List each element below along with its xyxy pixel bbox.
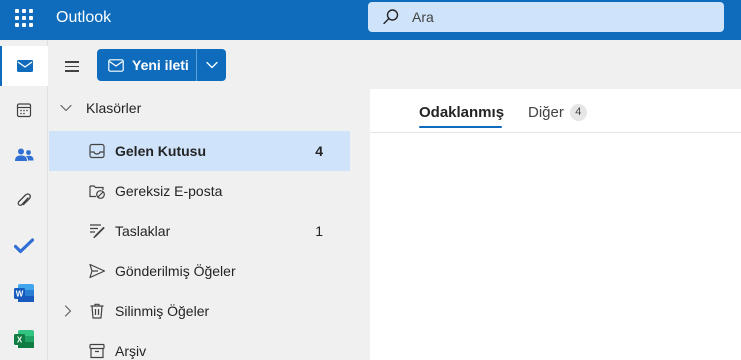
unread-count: 1 [315,223,323,239]
message-list-tabs: Odaklanmış Diğer 4 [370,89,741,133]
rail-people-button[interactable] [0,135,48,175]
word-icon: W [14,284,34,302]
new-message-label: Yeni ileti [132,57,189,73]
rail-word-button[interactable]: W [0,273,48,313]
new-message-dropdown-button[interactable] [197,49,226,81]
app-launcher-icon[interactable] [15,9,33,27]
mail-icon [108,58,124,72]
folder-label: Gelen Kutusu [115,143,207,159]
folder-inbox[interactable]: Gelen Kutusu 4 [49,131,350,171]
new-message-split-button: Yeni ileti [97,49,226,81]
junk-icon [89,185,105,199]
app-rail: W X [0,40,48,360]
tab-focused[interactable]: Odaklanmış [419,104,504,121]
folder-junk[interactable]: Gereksiz E-posta [49,171,350,211]
search-placeholder: Ara [412,9,434,25]
svg-text:X: X [17,336,23,345]
checkmark-icon [14,238,34,254]
folder-deleted[interactable]: Silinmiş Öğeler [49,291,350,331]
app-title[interactable]: Outlook [56,9,111,27]
top-bar: Outlook Ara [0,0,741,40]
chevron-right-icon[interactable] [64,305,72,317]
tab-other-label: Diğer [528,104,564,121]
svg-text:W: W [16,290,24,299]
inbox-icon [89,143,105,159]
new-message-button[interactable]: Yeni ileti [97,49,196,81]
count-badge: 4 [569,104,587,121]
rail-calendar-button[interactable] [0,90,48,130]
tab-other[interactable]: Diğer 4 [528,104,587,121]
folder-drafts[interactable]: Taslaklar 1 [49,211,350,251]
unread-count: 4 [315,143,323,159]
folder-label: Silinmiş Öğeler [115,303,210,319]
rail-mail-button[interactable] [0,46,48,86]
excel-icon: X [14,330,34,348]
folder-label: Arşiv [115,343,147,359]
trash-icon [90,303,104,319]
message-list: Odaklanmış Diğer 4 [370,89,741,360]
folders-header[interactable]: Klasörler [60,100,141,116]
folder-label: Gönderilmiş Öğeler [115,263,236,279]
folder-archive[interactable]: Arşiv [49,331,350,360]
send-icon [89,263,106,279]
active-tab-indicator [419,126,502,128]
paperclip-icon [17,193,31,206]
drafts-icon [90,224,105,239]
calendar-icon [16,103,32,118]
rail-todo-button[interactable] [0,226,48,266]
navigation-toggle-icon[interactable] [62,58,82,74]
folder-label: Taslaklar [115,223,171,239]
search-input[interactable]: Ara [368,2,724,32]
folder-sent[interactable]: Gönderilmiş Öğeler [49,251,350,291]
rail-excel-button[interactable]: X [0,319,48,359]
chevron-down-icon [205,61,218,69]
search-icon [383,9,399,25]
archive-icon [89,343,105,359]
chevron-down-icon [60,104,72,112]
folders-header-label: Klasörler [86,100,142,116]
rail-files-button[interactable] [0,181,48,221]
folder-label: Gereksiz E-posta [115,183,223,199]
people-icon [15,148,34,161]
mail-icon [17,60,33,72]
